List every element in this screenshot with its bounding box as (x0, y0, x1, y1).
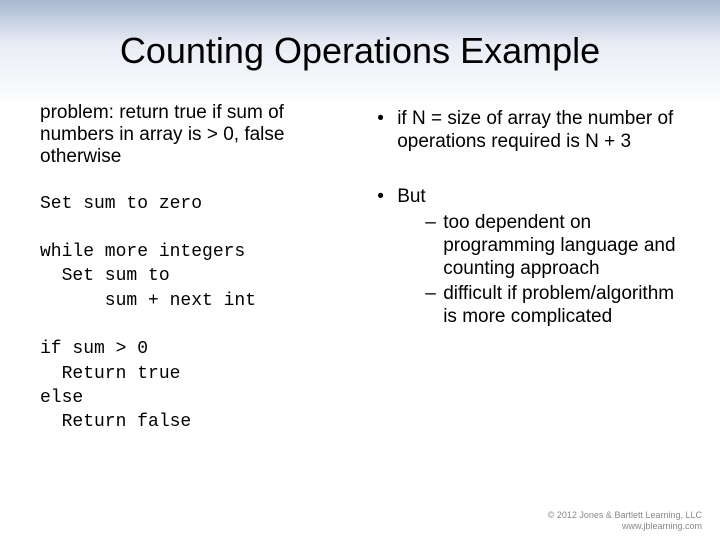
sub-bullet-item: –too dependent on programming language a… (425, 212, 680, 280)
bullet-item: •But–too dependent on programming langua… (377, 186, 680, 331)
code-block: Set sum to zero while more integers Set … (40, 192, 347, 435)
content-columns: problem: return true if sum of numbers i… (40, 102, 680, 435)
copyright-footer: © 2012 Jones & Bartlett Learning, LLC ww… (548, 510, 702, 532)
bullet-item: •if N = size of array the number of oper… (377, 108, 680, 154)
footer-line-1: © 2012 Jones & Bartlett Learning, LLC (548, 510, 702, 521)
sub-bullet-list: –too dependent on programming language a… (397, 212, 680, 328)
bullet-text: if N = size of array the number of opera… (397, 108, 680, 154)
problem-statement: problem: return true if sum of numbers i… (40, 102, 347, 168)
bullet-text: But–too dependent on programming languag… (397, 186, 680, 331)
slide-title: Counting Operations Example (40, 30, 680, 72)
right-column: •if N = size of array the number of oper… (377, 102, 680, 435)
sub-bullet-text: too dependent on programming language an… (443, 212, 680, 280)
sub-bullet-item: –difficult if problem/algorithm is more … (425, 283, 680, 329)
bullet-mark: • (377, 108, 397, 154)
sub-bullet-mark: – (425, 212, 443, 280)
bullet-list: •if N = size of array the number of oper… (377, 108, 680, 330)
sub-bullet-text: difficult if problem/algorithm is more c… (443, 283, 680, 329)
left-column: problem: return true if sum of numbers i… (40, 102, 347, 435)
slide: Counting Operations Example problem: ret… (0, 0, 720, 540)
bullet-mark: • (377, 186, 397, 331)
footer-line-2: www.jblearning.com (548, 521, 702, 532)
sub-bullet-mark: – (425, 283, 443, 329)
